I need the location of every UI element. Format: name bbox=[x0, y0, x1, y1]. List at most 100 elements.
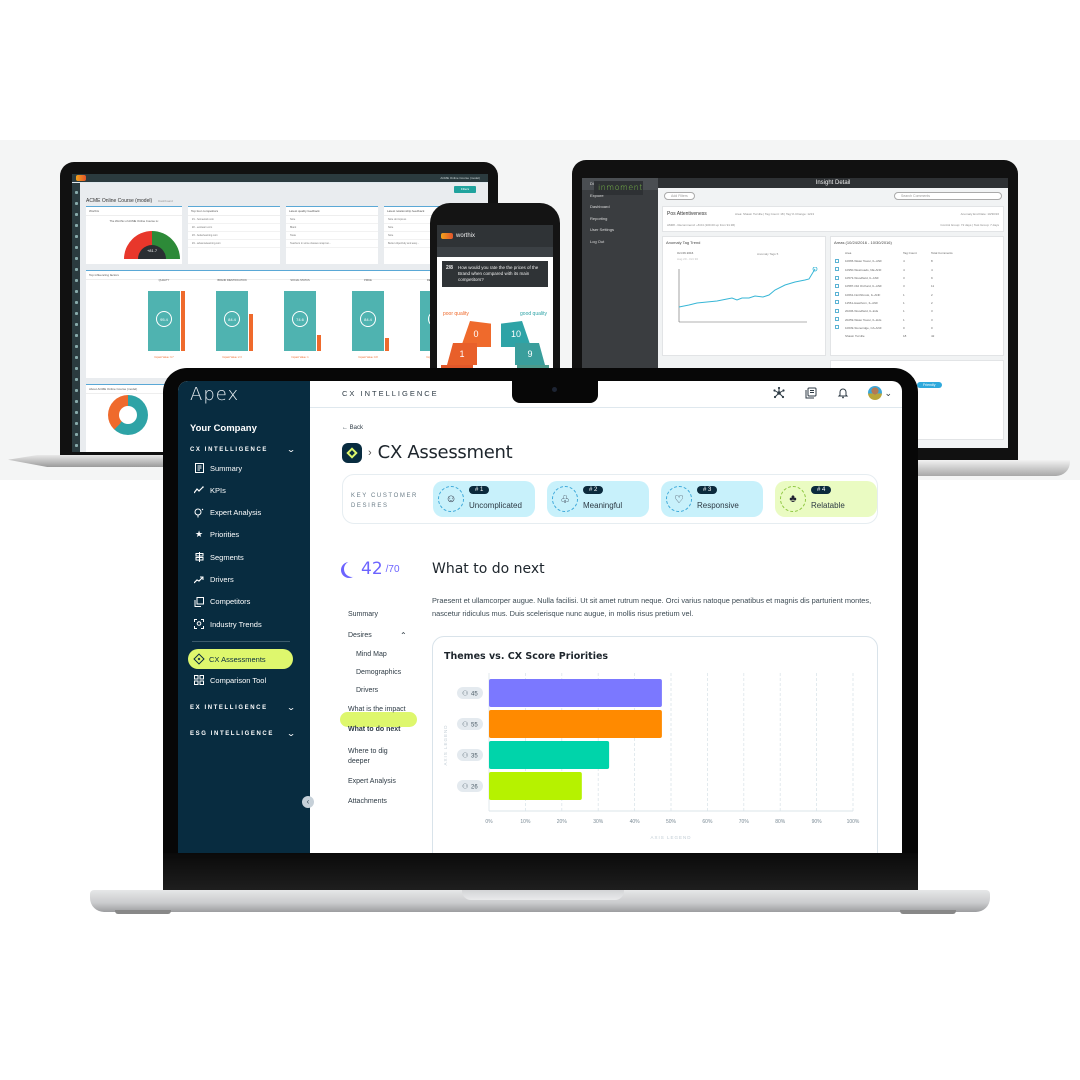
chevron-left-icon: ‹ bbox=[306, 797, 310, 806]
subnav-what-to-do-next[interactable]: What to do next bbox=[348, 726, 401, 733]
checkbox[interactable] bbox=[835, 308, 839, 313]
x-tick-label: 0% bbox=[485, 819, 493, 825]
category-badge bbox=[457, 780, 483, 792]
star-icon: ★ bbox=[194, 529, 204, 540]
worthix-card-quality-feedback: Latest quality feedback Note Blank Taste… bbox=[286, 206, 378, 264]
cx-assessment-icon bbox=[342, 442, 362, 463]
users-icon: ⚇ bbox=[462, 752, 468, 760]
desire-card[interactable]: ♧ # 2 Meaningful bbox=[547, 481, 649, 517]
subnav-drivers[interactable]: Drivers bbox=[356, 687, 378, 694]
inmoment-nav-item[interactable]: Reporting bbox=[582, 213, 658, 225]
section-ex-intelligence[interactable]: EX INTELLIGENCE ⌄ bbox=[190, 703, 296, 712]
chart-card: Themes vs. CX Score Priorities 0% 10% 20% 3… bbox=[432, 636, 878, 853]
chip[interactable]: Friendly bbox=[917, 382, 942, 388]
worthix-gauge: +81.7 bbox=[124, 231, 180, 259]
library-icon[interactable] bbox=[804, 386, 818, 400]
bell-icon[interactable] bbox=[836, 386, 850, 400]
table-row: 10950-Westroads, NE-ANF 4 4 bbox=[835, 266, 999, 274]
desire-rank-badge: # 4 bbox=[811, 486, 832, 494]
worthix-filter-button[interactable]: Filters bbox=[454, 186, 476, 193]
sidebar-item-competitors[interactable]: Competitors bbox=[194, 595, 250, 609]
worthix-factor: BRAND IDENTIFICATION 84.4 Impact Value: 2.… bbox=[216, 279, 253, 359]
collapse-sidebar-button[interactable]: ‹ bbox=[302, 796, 314, 808]
avatar bbox=[868, 386, 883, 400]
sidebar-item-cx-assessments[interactable]: CX Assessments bbox=[188, 649, 293, 669]
inmoment-nav-item[interactable]: Dashboard bbox=[582, 201, 658, 213]
sidebar-item-industry-trends[interactable]: Industry Trends bbox=[194, 617, 262, 631]
checkbox[interactable] bbox=[835, 300, 839, 305]
sidebar-item-kpis[interactable]: KPIs bbox=[194, 483, 226, 497]
section-title: What to do next bbox=[432, 561, 545, 577]
chevron-down-icon: ⌄ bbox=[884, 387, 892, 398]
inmoment-nav-item[interactable]: User Settings bbox=[582, 224, 658, 236]
table-row: 20206-Woodfield, IL-kids 1 3 bbox=[835, 307, 999, 315]
laptop-bezel-chin bbox=[163, 853, 918, 890]
x-tick-label: 60% bbox=[702, 819, 713, 825]
desire-card[interactable]: ☺ # 1 Uncomplicated bbox=[433, 481, 535, 517]
arrow-left-icon: ← bbox=[342, 425, 350, 431]
section-cx-intelligence[interactable]: CX INTELLIGENCE ⌄ bbox=[190, 445, 296, 454]
sidebar-item-summary[interactable]: Summary bbox=[194, 461, 242, 475]
worthix-phone: worthix 2/8 How would you rate the the p… bbox=[430, 203, 560, 383]
inmoment-add-filters-button[interactable]: Add Filters bbox=[664, 192, 695, 200]
x-tick-label: 100% bbox=[847, 819, 860, 825]
desires-label: KEY CUSTOMER DESIRES bbox=[351, 493, 418, 509]
trending-up-icon bbox=[194, 575, 204, 585]
sidebar-item-expert-analysis[interactable]: Expert Analysis bbox=[194, 506, 261, 520]
moon-score-icon bbox=[344, 561, 360, 577]
users-icon: ⚇ bbox=[462, 690, 468, 698]
desire-card[interactable]: ♣ # 4 Relatable bbox=[775, 481, 877, 517]
subnav-where-to-dig-deeper[interactable]: Where to dig deeper bbox=[348, 747, 408, 767]
worthix-topbar: ACME Online Course (model) bbox=[72, 174, 488, 183]
main-laptop: Apex Your Company CX INTELLIGENCE ⌄ Summa… bbox=[163, 368, 918, 890]
checkbox[interactable] bbox=[835, 258, 839, 263]
x-tick-label: 90% bbox=[812, 819, 823, 825]
subnav-expert-analysis[interactable]: Expert Analysis bbox=[348, 778, 396, 785]
subnav-desires[interactable]: Desires ⌃ bbox=[348, 631, 407, 640]
sidebar-item-segments[interactable]: Segments bbox=[194, 550, 244, 564]
checkbox[interactable] bbox=[835, 275, 839, 280]
main-content: CX INTELLIGENCE ⌄ ← Back › CX Assessment… bbox=[310, 381, 902, 853]
bar bbox=[489, 741, 610, 769]
section-esg-intelligence[interactable]: ESG INTELLIGENCE ⌄ bbox=[190, 729, 296, 738]
worthix-card-competitors: Top four competitors #1 - homework.com #… bbox=[188, 206, 280, 264]
checkbox[interactable] bbox=[835, 317, 839, 322]
user-menu[interactable]: ⌄ bbox=[868, 386, 892, 400]
rating-segment[interactable]: 9 bbox=[515, 343, 545, 365]
sidebar-item-comparison-tool[interactable]: Comparison Tool bbox=[194, 673, 266, 687]
checkbox[interactable] bbox=[835, 283, 839, 288]
chevron-up-icon: ⌃ bbox=[400, 631, 407, 640]
sidebar-item-drivers[interactable]: Drivers bbox=[194, 573, 234, 587]
subnav-demographics[interactable]: Demographics bbox=[356, 669, 401, 676]
checkbox[interactable] bbox=[835, 267, 839, 272]
topbar-actions: ⌄ bbox=[772, 386, 892, 400]
checkbox[interactable] bbox=[835, 292, 839, 297]
worthix-factor: SOCIAL STATUS 74.6 Impact Value: 1 bbox=[284, 279, 321, 359]
back-link[interactable]: ← Back bbox=[342, 425, 363, 431]
subnav-impact[interactable]: What is the impact bbox=[348, 706, 406, 713]
desire-rank-badge: # 1 bbox=[469, 486, 490, 494]
apex-logo: Apex bbox=[190, 384, 240, 405]
checkbox[interactable] bbox=[835, 325, 839, 330]
users-icon: ⚇ bbox=[462, 783, 468, 791]
table-row: 11561-Hawthorn, IL-ANF 1 2 bbox=[835, 299, 999, 307]
bar bbox=[489, 710, 662, 738]
inmoment-search-input[interactable]: Search Comments bbox=[894, 192, 1002, 200]
subnav-active-highlight bbox=[340, 712, 417, 727]
sidebar-item-priorities[interactable]: ★ Priorities bbox=[194, 528, 239, 542]
subnav-attachments[interactable]: Attachments bbox=[348, 798, 387, 805]
network-icon[interactable] bbox=[772, 386, 786, 400]
subnav-summary[interactable]: Summary bbox=[348, 611, 378, 618]
worthix-factor: QUALITY 95.4 Impact Value: 3.7 bbox=[148, 279, 185, 359]
rating-segment[interactable]: 1 bbox=[447, 343, 477, 365]
camera-notch bbox=[512, 381, 598, 403]
inmoment-nav-item[interactable]: Log Out bbox=[582, 236, 658, 248]
phone-header: worthix bbox=[437, 225, 553, 247]
table-row: 10573-Woodfield, IL-ANF 3 9 bbox=[835, 274, 999, 282]
subnav-mind-map[interactable]: Mind Map bbox=[356, 651, 387, 658]
desire-card[interactable]: ♡ # 3 Responsive bbox=[661, 481, 763, 517]
worthix-logo-icon bbox=[76, 175, 86, 181]
inmoment-areas-card: Areas (10/24/2016 - 10/30/2016) Area Tag … bbox=[830, 236, 1004, 356]
inmoment-insight-summary: Pos Attentiveness Area: Shawn Turville |… bbox=[662, 206, 1004, 232]
bar bbox=[489, 772, 582, 800]
